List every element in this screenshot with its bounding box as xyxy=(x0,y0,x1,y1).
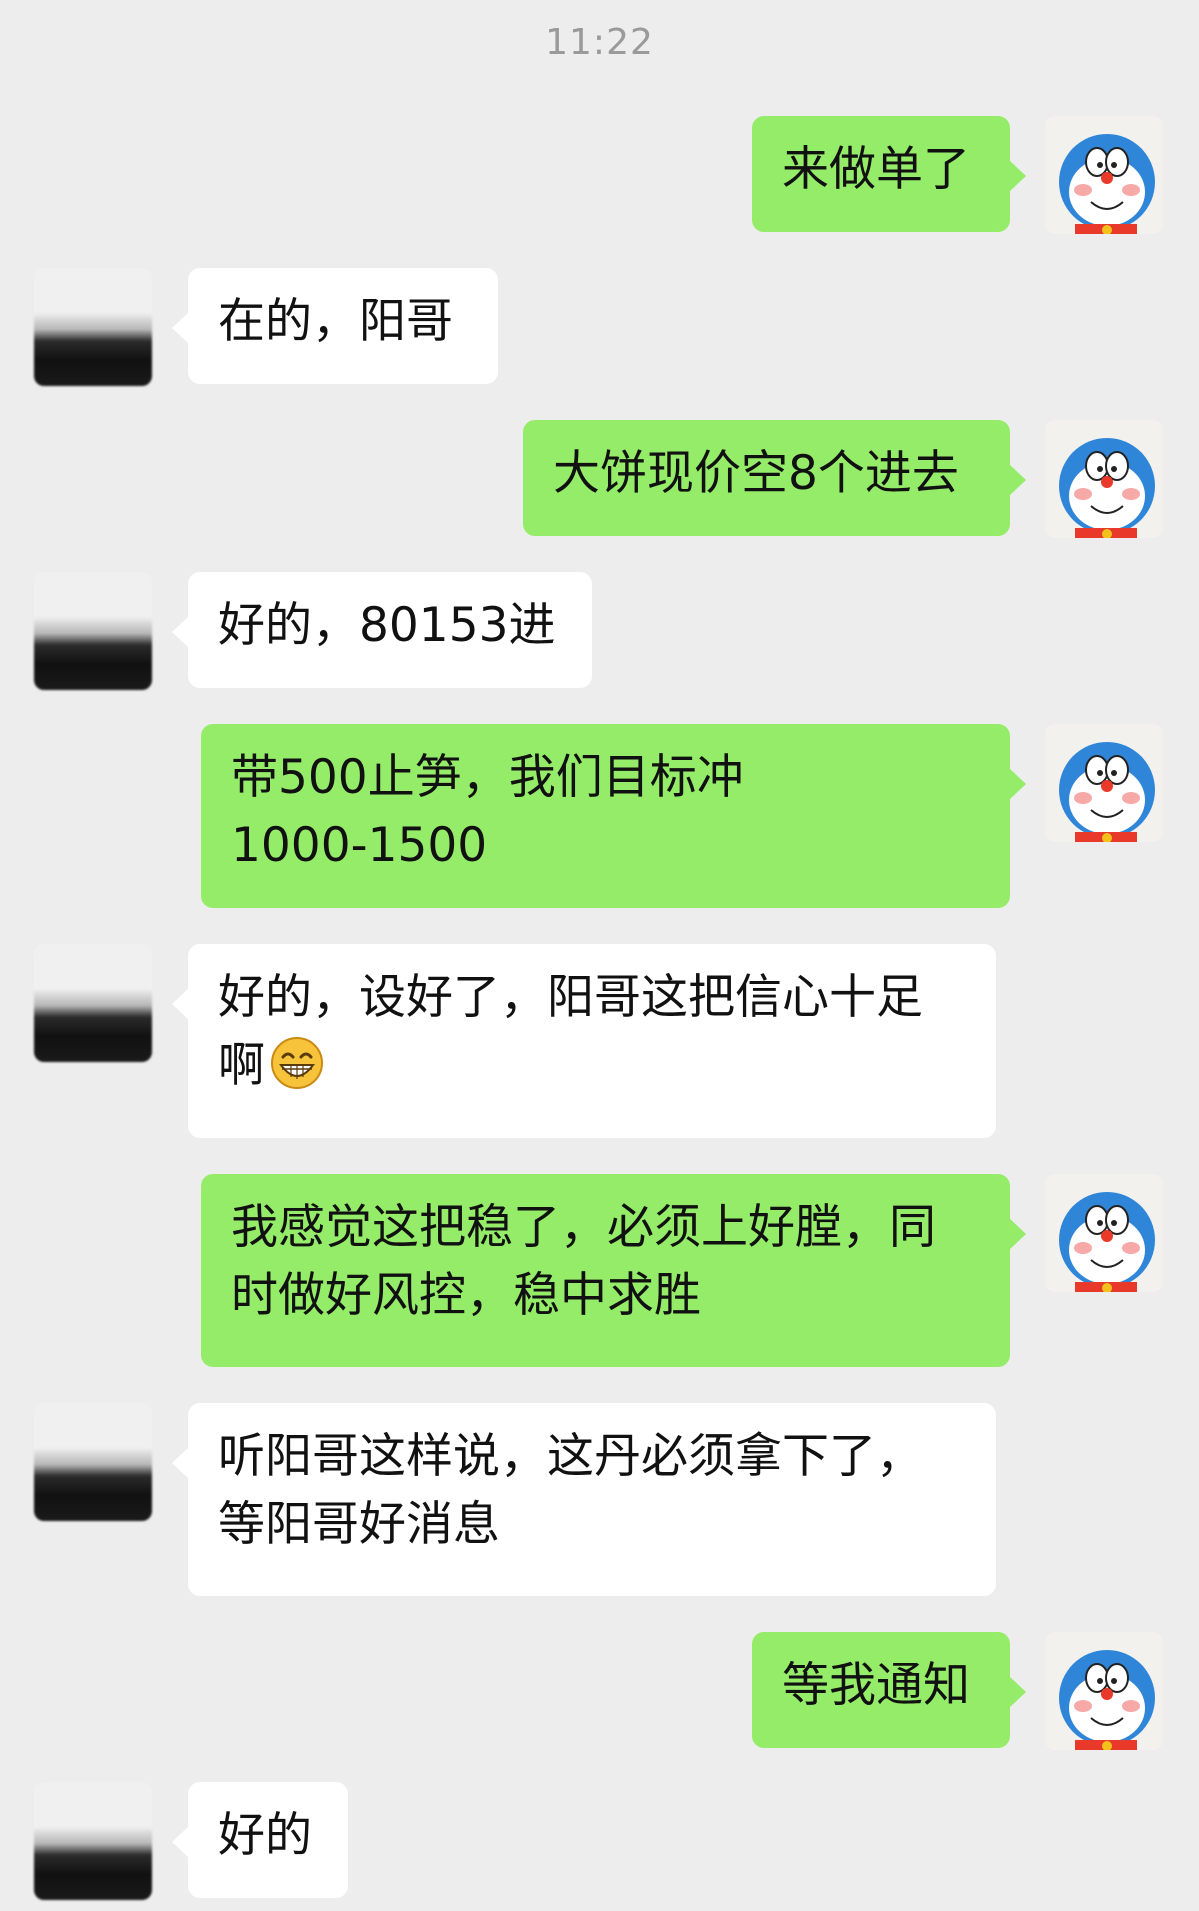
outgoing-bubble[interactable]: 大饼现价空8个进去 xyxy=(523,420,1026,536)
doraemon-avatar-icon xyxy=(1059,438,1155,538)
contact-avatar[interactable] xyxy=(34,944,152,1062)
message-text: 大饼现价空8个进去 xyxy=(553,446,959,501)
message-text-line: 带500止笋，我们目标冲 xyxy=(231,750,744,805)
outgoing-bubble[interactable]: 来做单了 xyxy=(752,116,1026,232)
my-avatar[interactable] xyxy=(1045,1174,1163,1292)
message-text: 好的，80153进 xyxy=(218,598,556,653)
message-text-line: 1000-1500 xyxy=(231,818,488,873)
outgoing-bubble[interactable]: 带500止笋，我们目标冲 1000-1500 xyxy=(201,724,1026,908)
incoming-bubble[interactable]: 好的，设好了，阳哥这把信心十足 啊 xyxy=(172,944,996,1138)
my-avatar[interactable] xyxy=(1045,420,1163,538)
message-text-line: 啊 xyxy=(218,1038,265,1093)
doraemon-avatar-icon xyxy=(1059,134,1155,234)
outgoing-bubble[interactable]: 我感觉这把稳了，必须上好膛，同 时做好风控，稳中求胜 xyxy=(201,1174,1026,1367)
message-text-line-with-emoji: 啊 xyxy=(218,1032,966,1100)
doraemon-avatar-icon xyxy=(1059,1650,1155,1750)
incoming-bubble[interactable]: 听阳哥这样说，这丹必须拿下了， 等阳哥好消息 xyxy=(172,1403,996,1596)
message-text-line: 等阳哥好消息 xyxy=(218,1497,500,1552)
my-avatar[interactable] xyxy=(1045,724,1163,842)
my-avatar[interactable] xyxy=(1045,116,1163,234)
doraemon-avatar-icon xyxy=(1059,742,1155,842)
message-text: 在的，阳哥 xyxy=(218,294,453,349)
message-text-line: 听阳哥这样说，这丹必须拿下了， xyxy=(218,1429,923,1484)
message-text-line: 好的，设好了，阳哥这把信心十足 xyxy=(218,970,923,1025)
message-text: 来做单了 xyxy=(782,142,970,197)
message-text: 等我通知 xyxy=(782,1658,970,1713)
contact-avatar[interactable] xyxy=(34,1403,152,1521)
doraemon-avatar-icon xyxy=(1059,1192,1155,1292)
contact-avatar[interactable] xyxy=(34,572,152,690)
chat-timestamp: 11:22 xyxy=(545,22,654,63)
my-avatar[interactable] xyxy=(1045,1632,1163,1750)
grin-emoji-icon xyxy=(271,1037,323,1089)
message-text-line: 时做好风控，稳中求胜 xyxy=(231,1268,701,1323)
message-text: 好的 xyxy=(218,1808,312,1863)
outgoing-bubble[interactable]: 等我通知 xyxy=(752,1632,1026,1748)
message-text-line: 我感觉这把稳了，必须上好膛，同 xyxy=(231,1200,936,1255)
incoming-bubble[interactable]: 好的 xyxy=(172,1782,348,1898)
incoming-bubble[interactable]: 好的，80153进 xyxy=(172,572,592,688)
contact-avatar[interactable] xyxy=(34,1782,152,1900)
incoming-bubble[interactable]: 在的，阳哥 xyxy=(172,268,498,384)
contact-avatar[interactable] xyxy=(34,268,152,386)
